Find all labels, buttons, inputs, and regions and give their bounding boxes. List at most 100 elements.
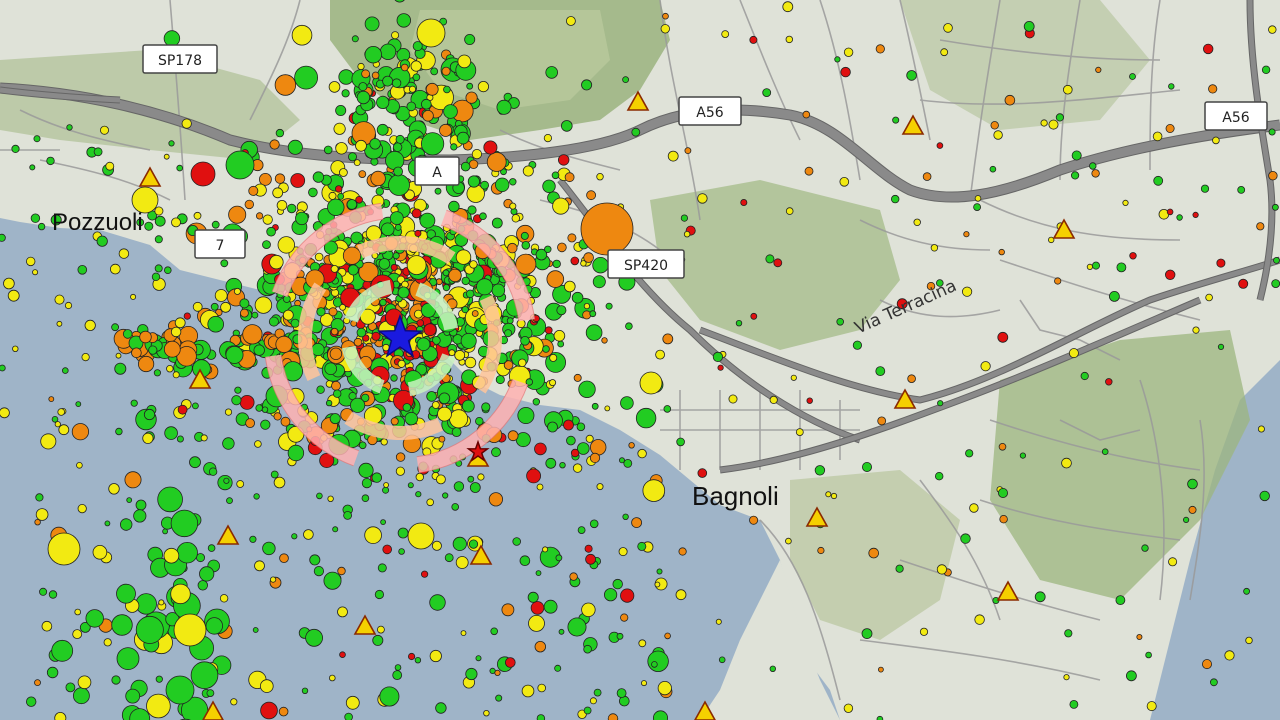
earthquake-dot — [468, 539, 479, 549]
earthquake-dot — [108, 483, 120, 495]
earthquake-dot — [437, 406, 452, 422]
earthquake-dot — [364, 16, 380, 32]
earthquake-dot — [93, 147, 103, 157]
earthquake-dot — [589, 519, 599, 529]
earthquake-dot — [660, 24, 671, 34]
earthquake-dot — [1192, 211, 1199, 218]
earthquake-dot — [266, 226, 276, 237]
earthquake-dot — [1089, 162, 1097, 170]
earthquake-dot — [435, 702, 447, 714]
earthquake-dot — [596, 483, 604, 491]
earthquake-dot — [333, 389, 342, 398]
earthquake-dot — [346, 199, 358, 210]
earthquake-dot — [391, 31, 400, 40]
earthquake-dot — [521, 684, 535, 698]
earthquake-dot — [1261, 65, 1271, 74]
earthquake-dot — [407, 652, 416, 661]
earthquake-dot — [790, 374, 797, 381]
earthquake-dot — [380, 519, 387, 525]
earthquake-dot — [1238, 278, 1249, 289]
earthquake-dot — [234, 386, 242, 394]
earthquake-dot — [511, 214, 520, 223]
earthquake-dot — [520, 231, 529, 240]
earthquake-dot — [131, 347, 142, 359]
earthquake-dot — [163, 340, 181, 358]
earthquake-dot — [164, 426, 178, 440]
earthquake-dot — [973, 203, 981, 212]
earthquake-dot — [357, 62, 365, 71]
earthquake-dot — [426, 498, 435, 507]
earthquake-dot — [451, 503, 460, 511]
earthquake-dot — [379, 43, 397, 61]
earthquake-dot — [455, 249, 472, 265]
earthquake-dot — [259, 679, 274, 693]
earthquake-dot — [1216, 258, 1226, 268]
earthquake-dot — [460, 630, 467, 636]
earthquake-dot — [750, 312, 758, 320]
earthquake-dot — [943, 23, 953, 33]
earthquake-dot — [276, 200, 288, 211]
earthquake-dot — [1064, 629, 1073, 638]
earthquake-dot — [715, 618, 722, 625]
earthquake-dot — [163, 547, 180, 564]
earthquake-dot — [277, 236, 296, 254]
earthquake-dot — [280, 416, 291, 427]
earthquake-dot — [119, 518, 133, 531]
earthquake-dot — [434, 187, 442, 195]
earthquake-dot — [385, 150, 405, 171]
earthquake-dot — [85, 609, 104, 628]
earthquake-dot — [877, 416, 887, 426]
earthquake-dot — [583, 644, 592, 654]
earthquake-dot — [1187, 478, 1198, 490]
earthquake-dot — [1256, 222, 1265, 231]
earthquake-dot — [567, 233, 577, 243]
earthquake-dot — [328, 191, 337, 200]
earthquake-dot — [157, 486, 183, 513]
earthquake-dot — [253, 493, 260, 500]
earthquake-dot — [46, 156, 55, 166]
earthquake-dot — [697, 468, 708, 478]
earthquake-dot — [997, 331, 1009, 343]
earthquake-dot — [270, 470, 279, 479]
earthquake-dot — [769, 395, 778, 404]
earthquake-dot — [415, 491, 422, 498]
earthquake-dot — [104, 520, 111, 527]
earthquake-dot — [394, 223, 402, 231]
earthquake-dot — [999, 515, 1008, 524]
earthquake-dot — [662, 333, 674, 345]
earthquake-dot — [535, 570, 542, 576]
earthquake-dot — [491, 217, 503, 229]
earthquake-dot — [1071, 171, 1080, 180]
earthquake-dot — [1188, 505, 1197, 514]
earthquake-dot — [471, 310, 479, 317]
earthquake-dot — [269, 576, 277, 583]
earthquake-dot — [817, 546, 825, 555]
earthquake-dot — [11, 144, 20, 153]
earthquake-dot — [637, 448, 647, 459]
earthquake-dot — [111, 675, 121, 685]
earthquake-dot — [825, 491, 832, 498]
earthquake-dot — [480, 180, 490, 190]
earthquake-dot — [852, 340, 863, 350]
earthquake-dot — [1168, 557, 1178, 567]
earthquake-dot — [54, 294, 65, 305]
earthquake-dot — [329, 413, 341, 425]
earthquake-dot — [1202, 659, 1213, 670]
earthquake-dot — [580, 202, 634, 256]
earthquake-dot — [675, 589, 687, 601]
earthquake-dot — [244, 199, 255, 210]
earthquake-dot — [512, 537, 521, 546]
earthquake-dot — [876, 715, 884, 720]
earthquake-dot — [375, 187, 384, 196]
earthquake-dot — [39, 587, 48, 596]
earthquake-dot — [338, 69, 354, 85]
earthquake-dot — [224, 408, 233, 416]
earthquake-dot — [581, 602, 596, 618]
earthquake-dot — [174, 317, 186, 329]
earthquake-dot — [861, 628, 873, 639]
earthquake-dot — [501, 603, 515, 617]
earthquake-dot — [111, 614, 133, 636]
earthquake-dot — [207, 544, 216, 552]
earthquake-dot — [449, 409, 469, 429]
seismic-map[interactable]: Pozzuoli Bagnoli Via Terracina SP178 A56… — [0, 0, 1280, 720]
